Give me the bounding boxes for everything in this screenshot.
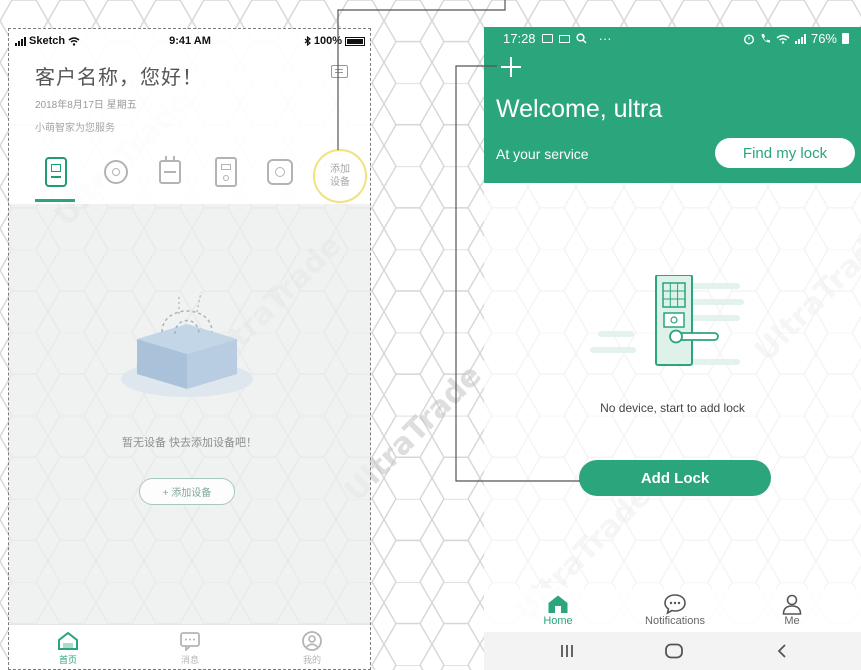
home-icon	[548, 595, 568, 613]
find-my-lock-button[interactable]: Find my lock	[715, 138, 855, 168]
nav-mine[interactable]: 我的	[287, 629, 337, 666]
recent-apps-button[interactable]	[552, 639, 582, 663]
battery-icon	[842, 33, 849, 44]
signal-icon	[794, 33, 806, 44]
tab-me-label: Me	[784, 615, 800, 627]
right-content-area: No device, start to add lock Add Lock	[484, 183, 861, 588]
battery-icon	[345, 36, 365, 46]
alarm-icon	[743, 33, 754, 45]
right-header: 17:28 ··· 76% Welcome, ultra At your ser…	[484, 27, 861, 183]
tab-socket[interactable]	[155, 155, 185, 189]
nav-home[interactable]: 首页	[43, 629, 93, 666]
tab-home-label: Home	[543, 615, 573, 627]
tab-smart-lock[interactable]	[41, 155, 71, 189]
system-home-button[interactable]	[659, 639, 689, 663]
add-device-tab-line2: 设备	[330, 177, 350, 188]
nav-mine-label: 我的	[302, 655, 321, 665]
greeting-title: 客户名称，您好！	[35, 67, 203, 89]
chat-icon	[664, 594, 686, 615]
tab-gateway[interactable]	[265, 155, 295, 189]
gateway-icon	[267, 159, 293, 185]
right-bottom-tabbar: Home Notifications Me	[484, 588, 861, 632]
left-battery-percent: 100%	[313, 35, 342, 47]
tab-me[interactable]: Me	[747, 593, 837, 627]
mail-notification-icon	[558, 34, 570, 43]
message-icon	[180, 632, 200, 651]
smart-lock-icon	[45, 157, 67, 187]
tab-notifications-label: Notifications	[645, 615, 705, 627]
image-notification-icon	[541, 34, 553, 43]
more-notifications: ···	[598, 31, 612, 46]
bluetooth-icon	[304, 36, 311, 46]
right-battery-percent: 76%	[810, 31, 837, 46]
tab-camera[interactable]	[101, 155, 131, 189]
service-subtitle: At your service	[496, 146, 589, 162]
left-content-area: 暂无设备 快去添加设备吧！	[9, 204, 370, 624]
add-device-tab[interactable]: 添加 设备	[313, 149, 367, 203]
call-icon	[761, 34, 770, 43]
home-circle-icon	[665, 643, 683, 659]
right-phone-screen: 17:28 ··· 76% Welcome, ultra At your ser…	[484, 27, 861, 670]
camera-icon	[104, 160, 128, 184]
left-phone-screen: 暂无设备 快去添加设备吧！ Sketch 9:41 AM 100% 客户名称，您…	[8, 28, 371, 670]
message-icon[interactable]	[331, 65, 348, 78]
date-label: 2018年8月17日 星期五	[35, 100, 137, 111]
add-lock-button[interactable]: Add Lock	[579, 460, 771, 496]
socket-icon	[159, 156, 181, 184]
add-device-tab-line1: 添加	[330, 163, 350, 175]
user-icon	[302, 631, 322, 651]
add-plus-icon[interactable]	[500, 56, 522, 78]
system-back-button[interactable]	[767, 639, 797, 663]
empty-box-illustration	[121, 291, 253, 397]
active-tab-indicator	[35, 199, 75, 202]
service-subtitle: 小萌智家为您服务	[35, 123, 115, 134]
tab-home[interactable]: Home	[513, 593, 603, 627]
left-status-bar: Sketch 9:41 AM 100%	[15, 35, 365, 49]
home-icon	[58, 631, 78, 650]
left-bottom-nav: 首页 消息 我的	[9, 624, 370, 669]
welcome-title: Welcome, ultra	[496, 95, 663, 123]
no-device-text: No device, start to add lock	[600, 401, 745, 415]
nav-messages[interactable]: 消息	[165, 629, 215, 666]
add-device-button[interactable]: + 添加设备	[139, 478, 235, 505]
right-status-bar: 17:28 ··· 76%	[503, 31, 849, 47]
left-empty-text: 暂无设备 快去添加设备吧！	[121, 437, 258, 449]
door-lock-illustration	[590, 275, 744, 366]
person-icon	[782, 594, 802, 615]
back-icon	[777, 644, 786, 658]
recent-apps-icon	[561, 645, 573, 657]
doorbell-icon	[215, 157, 237, 187]
tab-notifications[interactable]: Notifications	[630, 593, 720, 627]
nav-messages-label: 消息	[180, 655, 199, 665]
device-category-tabs: 添加 设备	[31, 149, 367, 205]
tab-doorbell[interactable]	[211, 155, 241, 189]
nav-home-label: 首页	[58, 655, 77, 665]
search-icon	[575, 33, 587, 44]
wifi-icon	[776, 34, 790, 44]
right-status-time: 17:28	[503, 31, 536, 46]
android-system-nav	[484, 632, 861, 670]
